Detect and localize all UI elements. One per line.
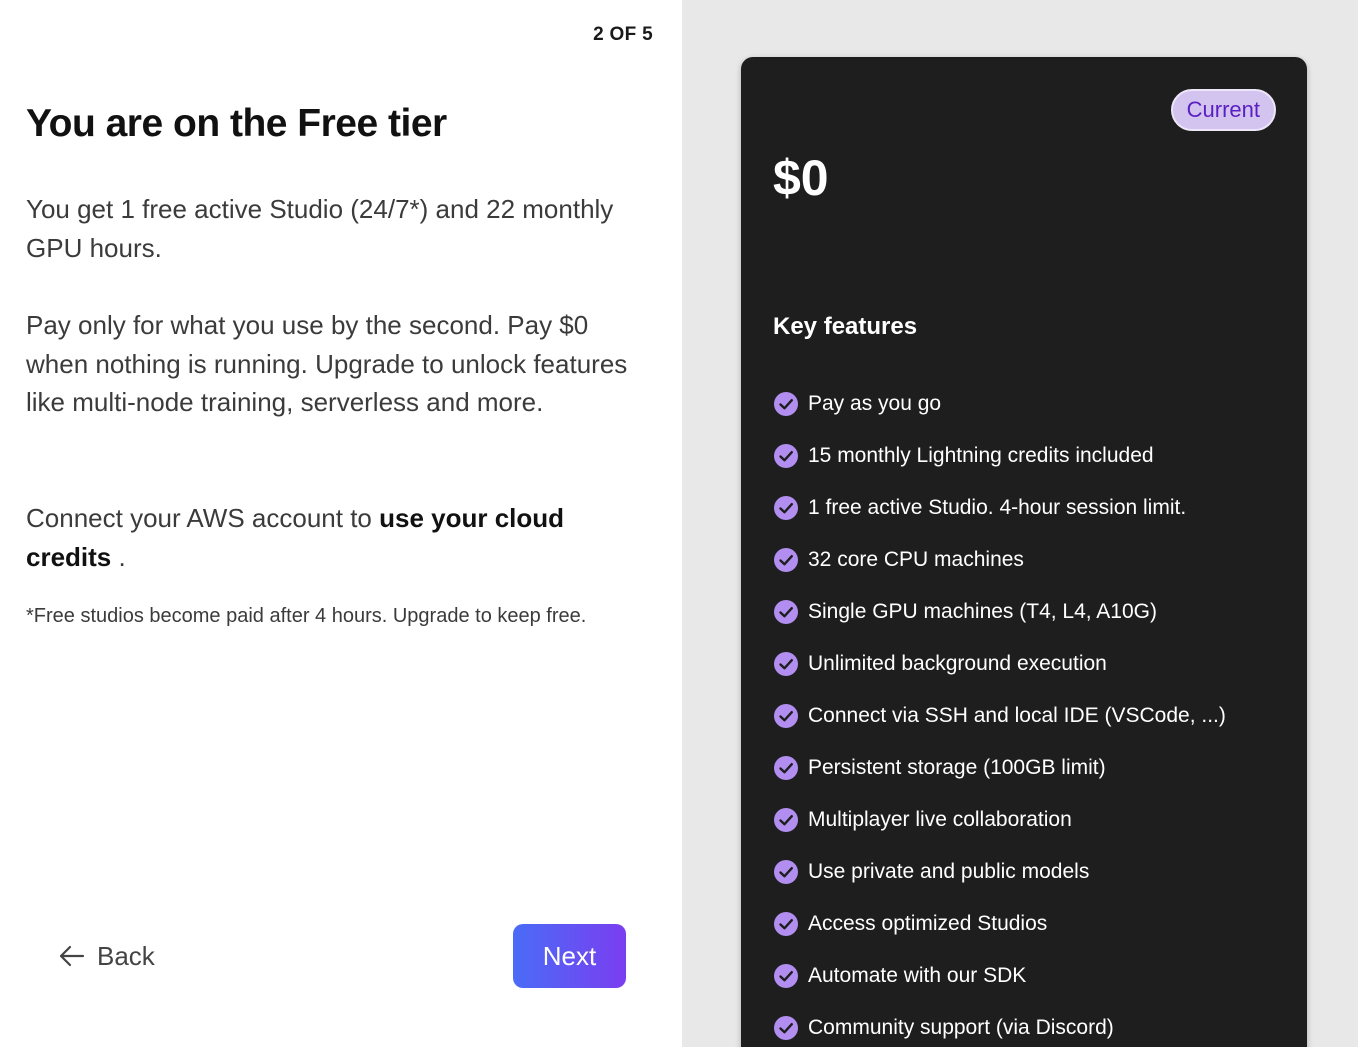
feature-label: Use private and public models [808, 860, 1090, 883]
step-indicator: 2 OF 5 [593, 24, 653, 45]
plan-panel: Current $0 Key features Pay as you go 15 … [682, 0, 1358, 1047]
check-circle-icon [773, 599, 808, 625]
aws-paragraph: Connect your AWS account to use your clo… [26, 499, 646, 576]
feature-list: Pay as you go 15 monthly Lightning credit… [773, 378, 1226, 1047]
features-heading: Key features [773, 313, 918, 340]
feature-item: 15 monthly Lightning credits included [773, 430, 1226, 482]
check-circle-icon [773, 443, 808, 469]
footnote: *Free studios become paid after 4 hours.… [26, 605, 587, 627]
check-circle-icon [773, 1015, 808, 1041]
feature-item: Unlimited background execution [773, 638, 1226, 690]
feature-label: Multiplayer live collaboration [808, 808, 1072, 831]
feature-item: 32 core CPU machines [773, 534, 1226, 586]
check-circle-icon [773, 547, 808, 573]
feature-item: Automate with our SDK [773, 950, 1226, 1002]
feature-item: 1 free active Studio. 4-hour session lim… [773, 482, 1226, 534]
check-circle-icon [773, 495, 808, 521]
check-circle-icon [773, 391, 808, 417]
feature-label: 15 monthly Lightning credits included [808, 444, 1154, 467]
check-circle-icon [773, 963, 808, 989]
feature-label: Unlimited background execution [808, 652, 1107, 675]
check-circle-icon [773, 703, 808, 729]
current-plan-badge: Current [1170, 89, 1276, 131]
aws-paragraph-prefix: Connect your AWS account to [26, 503, 380, 533]
back-button[interactable]: Back [58, 934, 155, 978]
feature-item: Use private and public models [773, 846, 1226, 898]
onboarding-dialog: 2 OF 5 You are on the Free tier You get … [0, 0, 1358, 1047]
feature-item: Multiplayer live collaboration [773, 794, 1226, 846]
check-circle-icon [773, 651, 808, 677]
feature-label: Single GPU machines (T4, L4, A10G) [808, 600, 1157, 623]
page-title: You are on the Free tier [26, 102, 447, 145]
feature-item: Access optimized Studios [773, 898, 1226, 950]
feature-label: Access optimized Studios [808, 912, 1048, 935]
feature-label: Automate with our SDK [808, 964, 1027, 987]
aws-paragraph-suffix: . [111, 541, 126, 572]
feature-item: Single GPU machines (T4, L4, A10G) [773, 586, 1226, 638]
intro-paragraph: You get 1 free active Studio (24/7*) and… [26, 194, 614, 263]
onboarding-left-panel: 2 OF 5 You are on the Free tier You get … [0, 0, 682, 1047]
check-circle-icon [773, 807, 808, 833]
feature-label: Community support (via Discord) [808, 1016, 1114, 1039]
back-button-label: Back [97, 940, 155, 971]
plan-card: Current $0 Key features Pay as you go 15 … [741, 57, 1307, 1047]
feature-label: 1 free active Studio. 4-hour session lim… [808, 496, 1187, 519]
feature-item: Community support (via Discord) [773, 1002, 1226, 1047]
feature-item: Pay as you go [773, 378, 1226, 430]
next-button[interactable]: Next [513, 924, 626, 988]
check-circle-icon [773, 911, 808, 937]
feature-item: Persistent storage (100GB limit) [773, 742, 1226, 794]
plan-price: $0 [773, 150, 829, 206]
check-circle-icon [773, 859, 808, 885]
pricing-paragraph: Pay only for what you use by the second.… [26, 310, 628, 417]
feature-label: Connect via SSH and local IDE (VSCode, .… [808, 704, 1226, 727]
arrow-left-icon [58, 944, 85, 968]
feature-item: Connect via SSH and local IDE (VSCode, .… [773, 690, 1226, 742]
feature-label: Pay as you go [808, 392, 942, 415]
feature-label: 32 core CPU machines [808, 548, 1024, 571]
feature-label: Persistent storage (100GB limit) [808, 756, 1106, 779]
check-circle-icon [773, 755, 808, 781]
